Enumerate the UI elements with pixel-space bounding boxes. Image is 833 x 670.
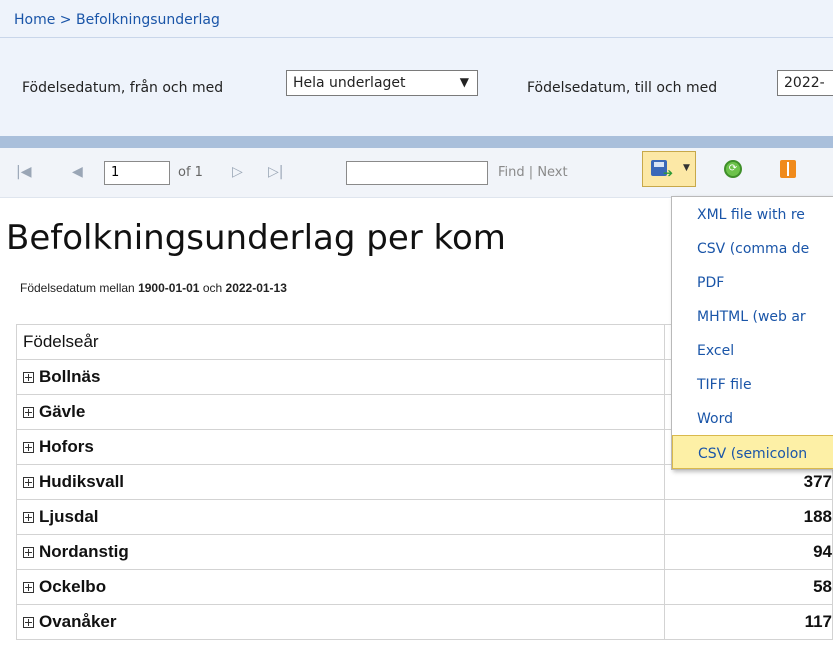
from-date-select[interactable]: Hela underlaget ▼: [286, 70, 478, 96]
municipality-name: Hofors: [39, 437, 94, 456]
document-map-icon[interactable]: [780, 160, 796, 178]
table-row[interactable]: Nordanstig 94: [16, 534, 833, 570]
date-from: 1900-01-01: [138, 281, 200, 295]
municipality-cell[interactable]: Bollnäs: [16, 359, 665, 395]
expand-icon[interactable]: [23, 547, 34, 558]
report-title: Befolkningsunderlag per kom: [6, 218, 506, 258]
count-cell: 58: [663, 569, 833, 605]
find-input[interactable]: [346, 161, 488, 185]
export-mhtml[interactable]: MHTML (web ar: [672, 299, 833, 333]
refresh-icon[interactable]: ⟳: [724, 160, 742, 178]
breadcrumb-bar: Home > Befolkningsunderlag: [0, 0, 833, 38]
column-header-fodelsear: Födelseår: [16, 324, 665, 360]
chevron-down-icon: ▼: [683, 163, 690, 173]
expand-icon[interactable]: [23, 582, 34, 593]
municipality-name: Ockelbo: [39, 577, 107, 596]
find-next-links: Find | Next: [498, 165, 568, 180]
count-cell: 117: [663, 604, 833, 640]
next-page-icon[interactable]: ▷: [232, 164, 243, 180]
municipality-cell[interactable]: Ljusdal: [16, 499, 665, 535]
expand-icon[interactable]: [23, 372, 34, 383]
municipality-name: Bollnäs: [39, 367, 101, 386]
find-separator: |: [528, 165, 534, 180]
municipality-cell[interactable]: Ovanåker: [16, 604, 665, 640]
export-tiff[interactable]: TIFF file: [672, 367, 833, 401]
expand-icon[interactable]: [23, 442, 34, 453]
municipality-cell[interactable]: Ockelbo: [16, 569, 665, 605]
table-row[interactable]: Ovanåker 117: [16, 604, 833, 640]
to-date-input[interactable]: 2022-: [777, 70, 833, 96]
first-page-icon[interactable]: |◀: [16, 164, 31, 180]
date-to: 2022-01-13: [225, 281, 287, 295]
municipality-cell[interactable]: Nordanstig: [16, 534, 665, 570]
export-csv-semicolon[interactable]: CSV (semicolon: [672, 435, 833, 469]
subtitle-prefix: Födelsedatum mellan: [20, 281, 135, 295]
municipality-name: Ovanåker: [39, 612, 117, 631]
page-count: of 1: [178, 165, 203, 180]
table-row[interactable]: Ljusdal 188: [16, 499, 833, 535]
subtitle-mid: och: [202, 281, 223, 295]
page-number-input[interactable]: 1: [104, 161, 170, 185]
report-subtitle: Födelsedatum mellan 1900-01-01 och 2022-…: [20, 281, 287, 295]
to-date-value: 2022-: [784, 75, 825, 91]
chevron-down-icon: ▼: [459, 75, 469, 89]
table-row[interactable]: Ockelbo 58: [16, 569, 833, 605]
previous-page-icon[interactable]: ◀: [72, 164, 83, 180]
municipality-name: Hudiksvall: [39, 472, 125, 491]
find-link[interactable]: Find: [498, 165, 525, 180]
expand-icon[interactable]: [23, 477, 34, 488]
municipality-cell[interactable]: Hudiksvall: [16, 464, 665, 500]
last-page-icon[interactable]: ▷|: [268, 164, 283, 180]
report-toolbar: |◀ ◀ 1 of 1 ▷ ▷| Find | Next ➔ ▼ ⟳: [0, 148, 833, 198]
municipality-name: Nordanstig: [39, 542, 129, 561]
export-xml[interactable]: XML file with re: [672, 197, 833, 231]
next-link[interactable]: Next: [537, 165, 567, 180]
export-pdf[interactable]: PDF: [672, 265, 833, 299]
expand-icon[interactable]: [23, 407, 34, 418]
export-arrow-icon: ➔: [663, 166, 674, 180]
breadcrumb[interactable]: Home > Befolkningsunderlag: [14, 12, 220, 28]
expand-icon[interactable]: [23, 617, 34, 628]
export-word[interactable]: Word: [672, 401, 833, 435]
expand-icon[interactable]: [23, 512, 34, 523]
to-date-label: Födelsedatum, till och med: [527, 80, 718, 96]
municipality-name: Gävle: [39, 402, 86, 421]
export-excel[interactable]: Excel: [672, 333, 833, 367]
separator-bar: [0, 136, 833, 148]
export-dropdown-menu: XML file with re CSV (comma de PDF MHTML…: [671, 196, 833, 470]
from-date-label: Födelsedatum, från och med: [22, 80, 224, 96]
export-csv-comma[interactable]: CSV (comma de: [672, 231, 833, 265]
municipality-name: Ljusdal: [39, 507, 99, 526]
parameter-area: Födelsedatum, från och med Hela underlag…: [0, 38, 833, 136]
count-cell: 94: [663, 534, 833, 570]
municipality-cell[interactable]: Gävle: [16, 394, 665, 430]
from-date-value: Hela underlaget: [293, 75, 406, 91]
export-button[interactable]: ➔ ▼: [642, 151, 696, 187]
municipality-cell[interactable]: Hofors: [16, 429, 665, 465]
count-cell: 188: [663, 499, 833, 535]
